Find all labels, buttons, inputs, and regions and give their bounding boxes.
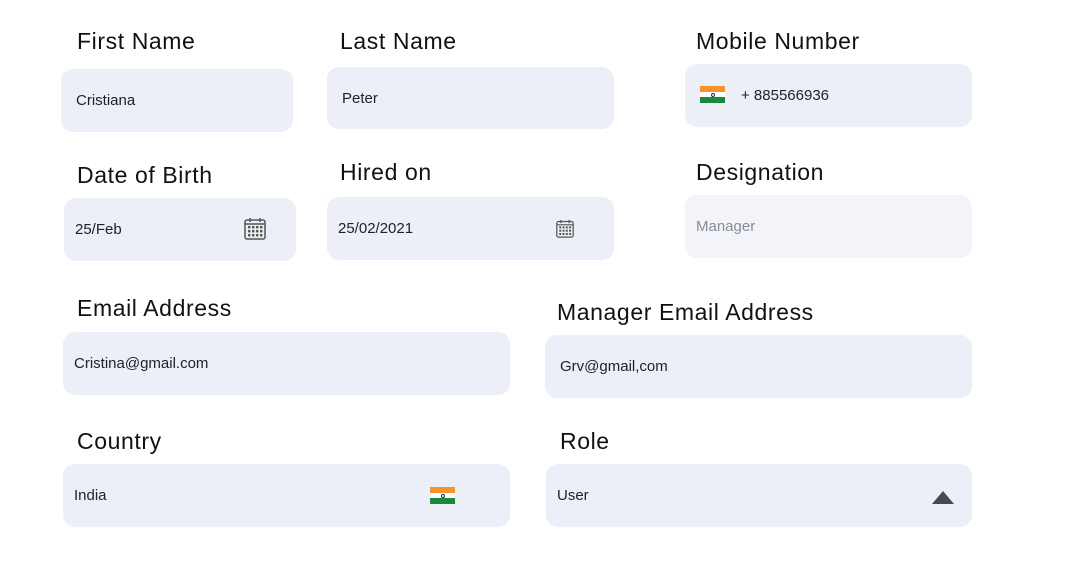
date-of-birth-label: Date of Birth: [77, 162, 213, 188]
designation-label: Designation: [696, 159, 825, 185]
manager-email-label: Manager Email Address: [557, 299, 814, 325]
first-name-label: First Name: [77, 28, 196, 54]
mobile-number-value: + 885566936: [741, 87, 830, 104]
first-name-value: Cristiana: [76, 92, 136, 109]
email-address-value: Cristina@gmail.com: [74, 355, 209, 372]
hired-on-label: Hired on: [340, 159, 432, 185]
mobile-number-label: Mobile Number: [696, 28, 860, 54]
designation-value: Manager: [696, 218, 756, 235]
email-address-label: Email Address: [77, 295, 232, 321]
email-address-field[interactable]: Cristina@gmail.com: [63, 332, 510, 395]
manager-email-value: Grv@gmail,com: [560, 358, 668, 375]
date-of-birth-value: 25/Feb: [75, 221, 122, 238]
employee-form: First Name Cristiana Last Name Peter Mob…: [0, 0, 1080, 563]
india-flag-icon: [430, 487, 455, 505]
mobile-number-field[interactable]: + 885566936: [685, 64, 972, 127]
date-of-birth-field[interactable]: 25/Feb: [64, 198, 296, 261]
calendar-icon[interactable]: [556, 219, 574, 238]
hired-on-field[interactable]: 25/02/2021: [327, 197, 614, 260]
caret-up-icon[interactable]: [932, 491, 954, 504]
first-name-field[interactable]: Cristiana: [61, 69, 293, 132]
role-select[interactable]: User: [546, 464, 972, 527]
last-name-field[interactable]: Peter: [327, 67, 614, 129]
india-flag-icon[interactable]: [700, 86, 725, 104]
manager-email-field[interactable]: Grv@gmail,com: [545, 335, 972, 398]
role-label: Role: [560, 428, 610, 454]
country-value: India: [74, 487, 107, 504]
calendar-icon[interactable]: [244, 217, 266, 240]
last-name-label: Last Name: [340, 28, 457, 54]
last-name-value: Peter: [342, 89, 378, 107]
country-field[interactable]: India: [63, 464, 510, 527]
country-label: Country: [77, 428, 162, 454]
designation-field[interactable]: Manager: [685, 195, 972, 258]
role-value: User: [557, 487, 589, 504]
hired-on-value: 25/02/2021: [338, 220, 414, 237]
